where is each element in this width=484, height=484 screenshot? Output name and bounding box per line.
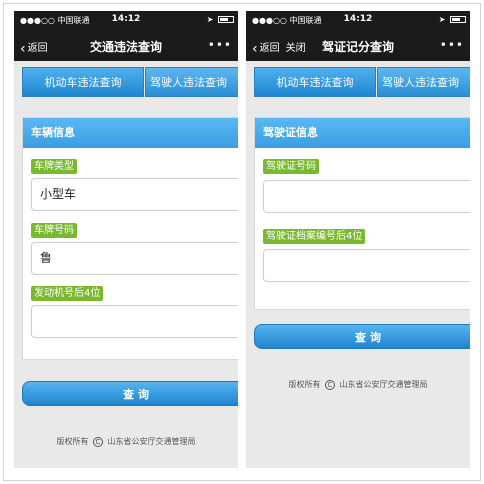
- engine-number-label: 发动机号后4位: [31, 286, 104, 301]
- plate-number-label: 车牌号码: [31, 223, 77, 238]
- footer-prefix: 版权所有: [288, 380, 321, 389]
- plate-type-label: 车牌类型: [31, 159, 77, 174]
- license-number-label: 驾驶证号码: [263, 159, 319, 174]
- page-title: 交通违法查询: [89, 40, 162, 54]
- tab-driver-violation[interactable]: 驾驶人违法查询: [145, 67, 238, 97]
- tab-vehicle-violation[interactable]: 机动车违法查询: [22, 67, 144, 97]
- clock: 14:12: [111, 14, 141, 24]
- copyright-icon: C: [325, 379, 335, 390]
- plate-number-input[interactable]: 鲁: [31, 242, 238, 275]
- tab-bar: 机动车违法查询 驾驶人违法查询: [246, 61, 470, 104]
- file-number-label: 驾驶证档案编号后4位: [263, 229, 366, 244]
- status-bar: ●●●○○ 中国联通 14:12 ➤: [14, 11, 238, 30]
- license-info-card: 驾驶证信息 驾驶证号码 驾驶证档案编号后4位: [254, 117, 470, 310]
- nav-bar: ‹ 返回 关闭 驾证记分查询 •••: [246, 30, 470, 61]
- vehicle-info-card: 车辆信息 车牌类型 小型车 车牌号码 鲁 发动机号后4位: [22, 117, 238, 360]
- battery-icon: [218, 16, 234, 23]
- card-title: 驾驶证信息: [255, 118, 470, 148]
- tab-vehicle-violation[interactable]: 机动车违法查询: [254, 67, 376, 97]
- status-bar: ●●●○○ 中国联通 14:12 ➤: [246, 11, 470, 30]
- file-number-input[interactable]: [263, 249, 470, 282]
- phone-license-points: ●●●○○ 中国联通 14:12 ➤ ‹ 返回 关闭 驾证记分查询 ••• 机动车违…: [246, 11, 470, 468]
- status-icons: ➤: [207, 15, 234, 24]
- status-icons: ➤: [439, 15, 466, 24]
- nav-bar: ‹ 返回 交通违法查询 •••: [14, 30, 238, 61]
- footer-prefix: 版权所有: [56, 437, 89, 446]
- tab-bar: 机动车违法查询 驾驶人违法查询: [14, 61, 238, 104]
- clock: 14:12: [343, 14, 373, 24]
- plate-type-select[interactable]: 小型车: [31, 178, 238, 211]
- more-menu-icon[interactable]: •••: [208, 38, 232, 52]
- footer-org: 山东省公安厅交通管理局: [107, 437, 196, 446]
- query-button[interactable]: 查询: [22, 381, 238, 406]
- card-title: 车辆信息: [23, 118, 238, 148]
- location-icon: ➤: [438, 15, 446, 24]
- query-button[interactable]: 查询: [254, 324, 470, 349]
- copyright-icon: C: [93, 436, 103, 447]
- tab-driver-violation[interactable]: 驾驶人违法查询: [377, 67, 470, 97]
- phone-traffic-violation: ●●●○○ 中国联通 14:12 ➤ ‹ 返回 交通违法查询 ••• 机动车违法查…: [14, 11, 238, 468]
- battery-icon: [450, 16, 466, 23]
- copyright-footer: 版权所有 C 山东省公安厅交通管理局: [14, 436, 238, 447]
- location-icon: ➤: [206, 15, 214, 24]
- copyright-footer: 版权所有 C 山东省公安厅交通管理局: [246, 379, 470, 390]
- page-title: 驾证记分查询: [321, 40, 394, 54]
- more-menu-icon[interactable]: •••: [440, 38, 464, 52]
- engine-number-input[interactable]: [31, 305, 238, 338]
- footer-org: 山东省公安厅交通管理局: [339, 380, 428, 389]
- license-number-input[interactable]: [263, 180, 470, 213]
